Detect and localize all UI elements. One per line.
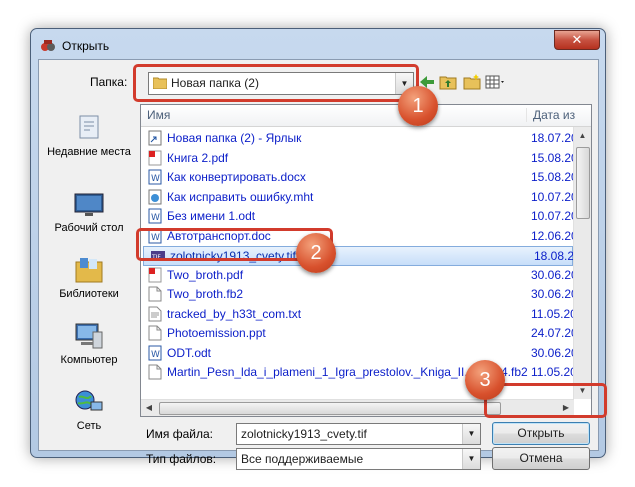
- file-row[interactable]: Photoemission.ppt 24.07.20: [141, 324, 578, 342]
- place-label: Рабочий стол: [54, 222, 124, 234]
- title-bar[interactable]: Открыть ✕: [31, 29, 605, 59]
- file-name: Книга 2.pdf: [167, 150, 229, 165]
- chevron-down-icon[interactable]: ▼: [462, 449, 480, 469]
- folder-label: Папка:: [90, 75, 128, 89]
- svg-text:W: W: [151, 350, 160, 360]
- file-date: 18.07.20: [531, 131, 578, 145]
- word-icon: W: [148, 169, 162, 185]
- places-bar: Недавние места Рабочий стол Библиотеки К…: [43, 104, 135, 434]
- filename-field[interactable]: zolotnicky1913_cvety.tif ▼: [236, 423, 481, 445]
- libraries-icon: [75, 258, 103, 283]
- place-desktop[interactable]: Рабочий стол: [43, 192, 135, 234]
- view-menu-icon[interactable]: [485, 73, 507, 91]
- file-name: Как исправить ошибку.mht: [167, 189, 314, 204]
- file-row[interactable]: Martin_Pesn_lda_i_plameni_1_Igra_prestol…: [141, 363, 577, 381]
- file-date: 30.06.20: [531, 345, 578, 360]
- vertical-scrollbar[interactable]: ▲ ▼: [573, 127, 591, 399]
- file-date: 10.07.20: [531, 189, 578, 204]
- pdf-icon: [148, 267, 162, 282]
- file-name: ODT.odt: [167, 345, 212, 360]
- file-row[interactable]: Two_broth.pdf 30.06.20: [141, 266, 578, 284]
- file-date: 30.06.20: [531, 287, 578, 301]
- place-label: Недавние места: [47, 146, 131, 158]
- place-recent[interactable]: Недавние места: [43, 114, 135, 158]
- window-title: Открыть: [62, 39, 110, 53]
- close-button[interactable]: ✕: [554, 30, 600, 50]
- desktop-icon: [74, 193, 104, 216]
- place-libraries[interactable]: Библиотеки: [43, 256, 135, 300]
- chevron-down-icon[interactable]: ▼: [462, 424, 480, 444]
- file-name: Two_broth.fb2: [167, 287, 244, 301]
- scroll-thumb[interactable]: [576, 147, 590, 219]
- close-icon: ✕: [571, 32, 583, 47]
- file-row[interactable]: tracked_by_h33t_com.txt 11.05.20: [141, 305, 577, 323]
- file-icon: [148, 325, 162, 341]
- odt-icon: W: [148, 345, 162, 360]
- column-name-header[interactable]: Имя: [147, 108, 170, 122]
- file-icon: [148, 286, 162, 302]
- file-date: 12.06.20: [531, 228, 578, 243]
- highlight-folder-box: [133, 64, 419, 102]
- place-network[interactable]: Сеть: [43, 388, 135, 432]
- cancel-button[interactable]: Отмена: [492, 447, 590, 470]
- file-row[interactable]: Two_broth.fb2 30.06.20: [141, 285, 578, 303]
- file-name: Two_broth.pdf: [167, 267, 244, 282]
- new-folder-icon[interactable]: [463, 73, 481, 91]
- file-date: 30.06.20: [531, 267, 578, 282]
- file-row[interactable]: Новая папка (2) - Ярлык 18.07.20: [141, 129, 578, 147]
- file-date: 10.07.20: [531, 209, 578, 223]
- filename-value: zolotnicky1913_cvety.tif: [241, 427, 367, 441]
- app-icon: [41, 40, 55, 51]
- step-badge-2: 2: [296, 233, 336, 273]
- place-label: Библиотеки: [59, 288, 119, 300]
- place-computer[interactable]: Компьютер: [43, 322, 135, 366]
- svg-text:W: W: [151, 174, 160, 184]
- file-row[interactable]: Книга 2.pdf 15.08.20: [141, 149, 578, 167]
- open-button[interactable]: Открыть: [492, 422, 590, 445]
- pdf-icon: [148, 150, 162, 165]
- filetype-value: Все поддерживаемые: [241, 452, 364, 466]
- odt-icon: W: [148, 208, 162, 224]
- file-name: Без имени 1.odt: [167, 209, 256, 223]
- step-badge-3: 3: [465, 360, 505, 400]
- computer-icon: [75, 323, 103, 349]
- file-name: tracked_by_h33t_com.txt: [167, 306, 302, 321]
- scroll-thumb-h[interactable]: [159, 402, 501, 415]
- file-row[interactable]: W Без имени 1.odt 10.07.20: [141, 207, 578, 225]
- shortcut-icon: [148, 130, 162, 146]
- network-icon: [75, 390, 103, 411]
- file-name: Как конвертировать.docx: [167, 170, 306, 184]
- file-name: Photoemission.ppt: [167, 326, 266, 340]
- mht-icon: [148, 189, 162, 204]
- file-date: 11.05.20: [531, 306, 577, 321]
- file-date: 24.07.20: [531, 326, 578, 340]
- file-row[interactable]: W ODT.odt 30.06.20: [141, 344, 578, 362]
- scroll-up-icon[interactable]: ▲: [574, 127, 591, 144]
- file-date: 11.05.20: [531, 365, 577, 379]
- filetype-select[interactable]: Все поддерживаемые ▼: [236, 448, 481, 470]
- file-row[interactable]: Как исправить ошибку.mht 10.07.20: [141, 188, 578, 206]
- filename-label: Имя файла:: [146, 427, 213, 441]
- filetype-label: Тип файлов:: [146, 452, 217, 466]
- file-date: 15.08.20: [531, 150, 578, 165]
- recent-places-icon: [79, 115, 99, 139]
- list-header: Имя Дата из: [141, 105, 591, 127]
- place-label: Компьютер: [60, 354, 118, 366]
- place-label: Сеть: [76, 420, 102, 432]
- scroll-left-icon[interactable]: ◀: [141, 400, 157, 416]
- up-folder-icon[interactable]: [439, 73, 457, 91]
- column-date-header[interactable]: Дата из: [526, 108, 575, 122]
- file-row[interactable]: W Как конвертировать.docx 15.08.20: [141, 168, 578, 186]
- file-name: Новая папка (2) - Ярлык: [167, 131, 302, 145]
- step-badge-1: 1: [398, 86, 438, 126]
- txt-icon: [148, 306, 162, 321]
- svg-text:W: W: [151, 213, 160, 223]
- file-date: 15.08.20: [531, 170, 578, 184]
- file-icon: [148, 364, 162, 380]
